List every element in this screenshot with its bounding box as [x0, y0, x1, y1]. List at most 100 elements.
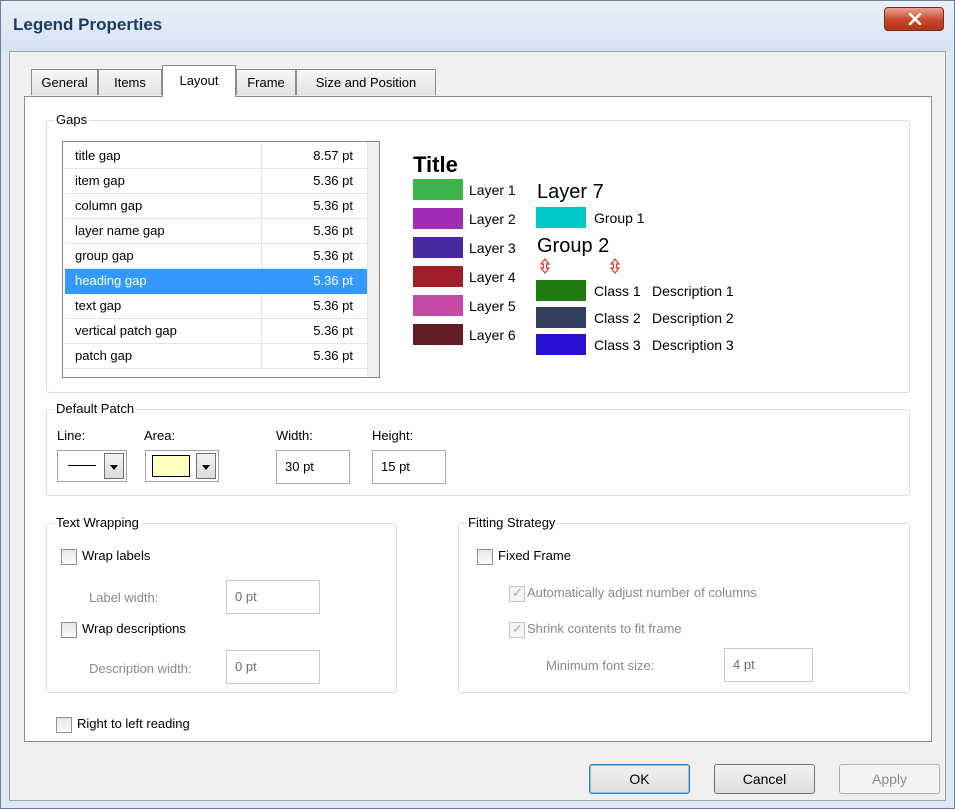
gaps-list[interactable]: title gap 8.57 pt item gap 5.36 pt column ga…	[62, 141, 380, 378]
shrink-contents-label: Shrink contents to fit frame	[527, 621, 682, 636]
layer-label: Layer 6	[469, 327, 516, 343]
gap-value: 5.36 pt	[313, 248, 353, 263]
label-width-input[interactable]: 0 pt	[226, 580, 320, 614]
gaps-group-title: Gaps	[54, 112, 90, 127]
line-label: Line:	[57, 428, 86, 443]
shrink-contents-checkbox[interactable]: ✓	[509, 621, 525, 638]
height-input[interactable]: 15 pt	[372, 450, 446, 484]
column-separator	[261, 219, 262, 243]
default-patch-group: Default Patch Line: Area: Width: Height:…	[46, 401, 910, 496]
gap-name: layer name gap	[75, 223, 165, 238]
minimum-font-size-label: Minimum font size:	[546, 658, 655, 673]
gaps-list-scrollbar[interactable]	[367, 142, 379, 377]
class-description: Description 3	[652, 337, 734, 353]
layer-label: Layer 2	[469, 211, 516, 227]
column-separator	[261, 244, 262, 268]
close-button[interactable]	[884, 7, 944, 31]
layer-label: Layer 1	[469, 182, 516, 198]
gap-row[interactable]: patch gap 5.36 pt	[65, 344, 367, 369]
tab-layout[interactable]: Layout	[162, 65, 236, 97]
gap-row[interactable]: item gap 5.36 pt	[65, 169, 367, 194]
gap-value: 5.36 pt	[313, 198, 353, 213]
gap-row[interactable]: layer name gap 5.36 pt	[65, 219, 367, 244]
minimum-font-size-input[interactable]: 4 pt	[724, 648, 813, 682]
cancel-button[interactable]: Cancel	[714, 764, 815, 794]
class-description: Description 1	[652, 283, 734, 299]
layer-swatch	[413, 208, 463, 229]
text-wrapping-group-title: Text Wrapping	[54, 515, 141, 530]
fitting-strategy-group: Fitting Strategy Fixed Frame ✓ Automatic…	[458, 515, 910, 693]
layer-swatch	[413, 266, 463, 287]
right-to-left-label: Right to left reading	[77, 716, 190, 731]
line-patch-preview	[68, 465, 96, 466]
fixed-frame-checkbox[interactable]	[477, 549, 493, 565]
group-1-swatch	[536, 207, 586, 228]
wrap-labels-checkbox[interactable]	[61, 549, 77, 565]
description-width-label: Description width:	[89, 661, 192, 676]
tab-label: General	[41, 75, 88, 90]
tab-size-and-position[interactable]: Size and Position	[296, 69, 436, 95]
checkmark-icon: ✓	[512, 585, 523, 600]
column-separator	[261, 344, 262, 368]
layer-label: Layer 4	[469, 269, 516, 285]
chevron-down-icon[interactable]	[104, 453, 124, 479]
tab-label: Size and Position	[315, 75, 417, 90]
gap-name: text gap	[75, 298, 122, 313]
wrap-descriptions-checkbox[interactable]	[61, 622, 77, 638]
gap-value: 5.36 pt	[313, 298, 353, 313]
description-width-input[interactable]: 0 pt	[226, 650, 320, 684]
ok-button[interactable]: OK	[589, 764, 690, 794]
dialog-body: General Items Layout Frame Size and Posi…	[9, 51, 946, 801]
gap-row[interactable]: heading gap 5.36 pt	[65, 269, 367, 294]
gap-name: group gap	[75, 248, 134, 263]
tab-label: Items	[114, 75, 146, 90]
wrap-descriptions-label: Wrap descriptions	[82, 621, 186, 636]
gap-value: 8.57 pt	[313, 148, 353, 163]
gap-row[interactable]: vertical patch gap 5.36 pt	[65, 319, 367, 344]
auto-adjust-columns-label: Automatically adjust number of columns	[527, 585, 757, 600]
window-title: Legend Properties	[13, 15, 163, 34]
apply-button[interactable]: Apply	[839, 764, 940, 794]
gap-value: 5.36 pt	[313, 223, 353, 238]
gap-row[interactable]: group gap 5.36 pt	[65, 244, 367, 269]
gap-row[interactable]: text gap 5.36 pt	[65, 294, 367, 319]
class-label: Class 2	[594, 310, 641, 326]
preview-layer-7: Layer 7	[537, 181, 604, 203]
width-label: Width:	[276, 428, 313, 443]
double-arrow-icon	[609, 258, 621, 274]
class-label: Class 3	[594, 337, 641, 353]
column-separator	[261, 144, 262, 168]
layer-label: Layer 5	[469, 298, 516, 314]
checkmark-icon: ✓	[512, 621, 523, 636]
auto-adjust-columns-checkbox[interactable]: ✓	[509, 585, 525, 602]
gap-value: 5.36 pt	[313, 173, 353, 188]
layout-tab-panel: Gaps title gap 8.57 pt item gap 5.36 pt colu…	[24, 96, 932, 742]
area-label: Area:	[144, 428, 176, 443]
height-label: Height:	[372, 428, 414, 443]
column-separator	[261, 294, 262, 318]
tab-frame[interactable]: Frame	[236, 69, 296, 95]
tab-general[interactable]: General	[31, 69, 98, 95]
layer-label: Layer 3	[469, 240, 516, 256]
gap-name: heading gap	[75, 273, 147, 288]
gap-row[interactable]: title gap 8.57 pt	[65, 144, 367, 169]
area-patch-preview	[152, 455, 190, 477]
gaps-group: Gaps title gap 8.57 pt item gap 5.36 pt colu…	[46, 112, 910, 393]
gap-value: 5.36 pt	[313, 323, 353, 338]
gap-name: item gap	[75, 173, 125, 188]
right-to-left-checkbox[interactable]	[56, 717, 72, 733]
chevron-down-icon[interactable]	[196, 453, 216, 479]
layer-swatch	[413, 295, 463, 316]
tab-label: Frame	[247, 75, 285, 90]
line-patch-dropdown[interactable]	[57, 450, 127, 482]
area-patch-dropdown[interactable]	[145, 450, 219, 482]
gap-value: 5.36 pt	[313, 348, 353, 363]
legend-properties-dialog: Legend Properties General Items Layout F…	[0, 0, 955, 809]
class-swatch	[536, 280, 586, 301]
label-width-label: Label width:	[89, 590, 159, 605]
class-swatch	[536, 307, 586, 328]
tab-items[interactable]: Items	[98, 69, 162, 95]
width-input[interactable]: 30 pt	[276, 450, 350, 484]
gap-row[interactable]: column gap 5.36 pt	[65, 194, 367, 219]
title-bar: Legend Properties	[1, 1, 954, 51]
